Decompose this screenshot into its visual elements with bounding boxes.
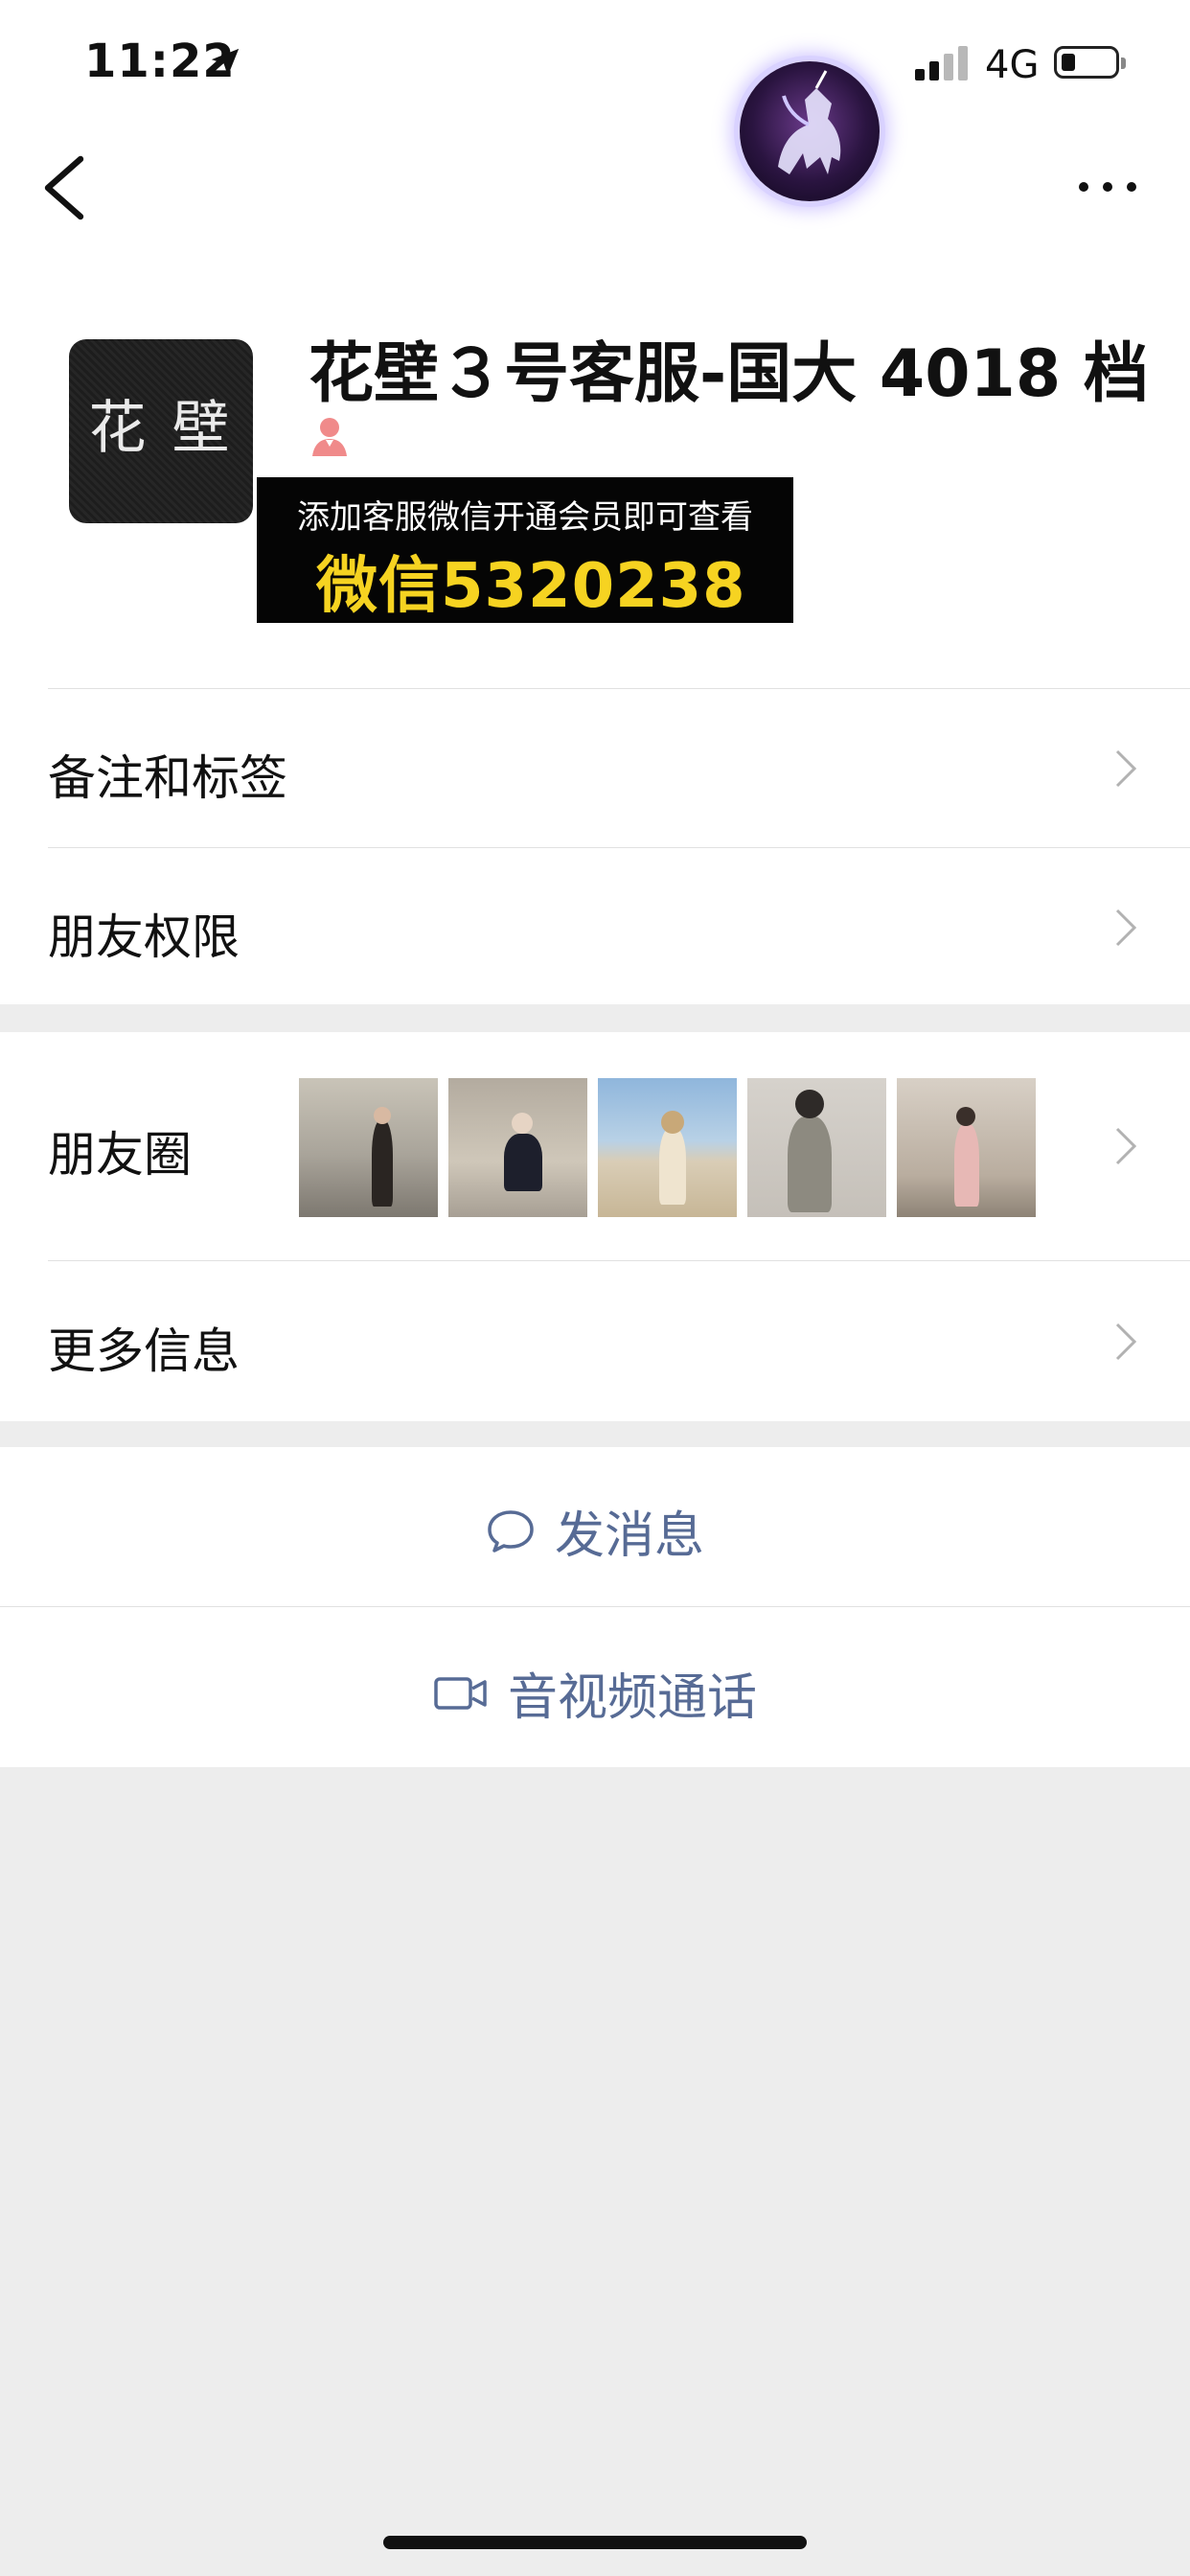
unicorn-avatar-icon[interactable] (740, 61, 880, 201)
send-message-label: 发消息 (554, 1507, 704, 1565)
row-label: 朋友圈 (48, 1127, 192, 1183)
promo-text: 添加客服微信开通会员即可查看 (297, 498, 753, 537)
location-arrow-icon (211, 48, 240, 77)
row-label: 朋友权限 (48, 909, 240, 965)
back-button[interactable] (38, 153, 88, 222)
moments-photo[interactable] (299, 1078, 438, 1217)
female-person-icon (312, 418, 347, 456)
chevron-right-icon (1115, 1322, 1137, 1361)
profile-avatar[interactable]: 花 壁 (69, 339, 253, 523)
promo-banner: 添加客服微信开通会员即可查看 微信5320238 (257, 477, 793, 623)
signal-strength-icon (915, 46, 969, 80)
video-camera-icon (434, 1676, 487, 1710)
row-friend-permissions[interactable]: 朋友权限 (0, 849, 1190, 1004)
network-type: 4G (985, 43, 1040, 87)
battery-icon (1054, 46, 1126, 79)
section-gap (0, 1421, 1190, 1447)
row-label: 备注和标签 (48, 750, 287, 806)
promo-wechat-id: 微信5320238 (316, 551, 746, 622)
section-gap (0, 1006, 1190, 1032)
moments-photo[interactable] (897, 1078, 1036, 1217)
more-options-button[interactable] (1077, 172, 1138, 201)
chevron-right-icon (1115, 908, 1137, 947)
row-label: 更多信息 (48, 1323, 240, 1379)
moments-photo[interactable] (448, 1078, 587, 1217)
row-more-info[interactable]: 更多信息 (0, 1261, 1190, 1421)
av-call-label: 音视频通话 (507, 1669, 757, 1727)
profile-name: 花壁３号客服-国大 4018 档 (309, 336, 1149, 412)
home-indicator[interactable] (383, 2536, 807, 2549)
chevron-right-icon (1115, 1127, 1137, 1165)
send-message-button[interactable]: 发消息 (0, 1495, 1190, 1567)
divider (48, 847, 1190, 848)
divider (48, 688, 1190, 689)
chat-bubble-icon (488, 1509, 534, 1552)
moments-photo[interactable] (747, 1078, 886, 1217)
profile-avatar-text: 花 壁 (88, 395, 234, 462)
moments-photo[interactable] (598, 1078, 737, 1217)
av-call-button[interactable]: 音视频通话 (0, 1657, 1190, 1729)
chevron-right-icon (1115, 749, 1137, 788)
divider (0, 1606, 1190, 1607)
row-remark-tags[interactable]: 备注和标签 (0, 690, 1190, 847)
